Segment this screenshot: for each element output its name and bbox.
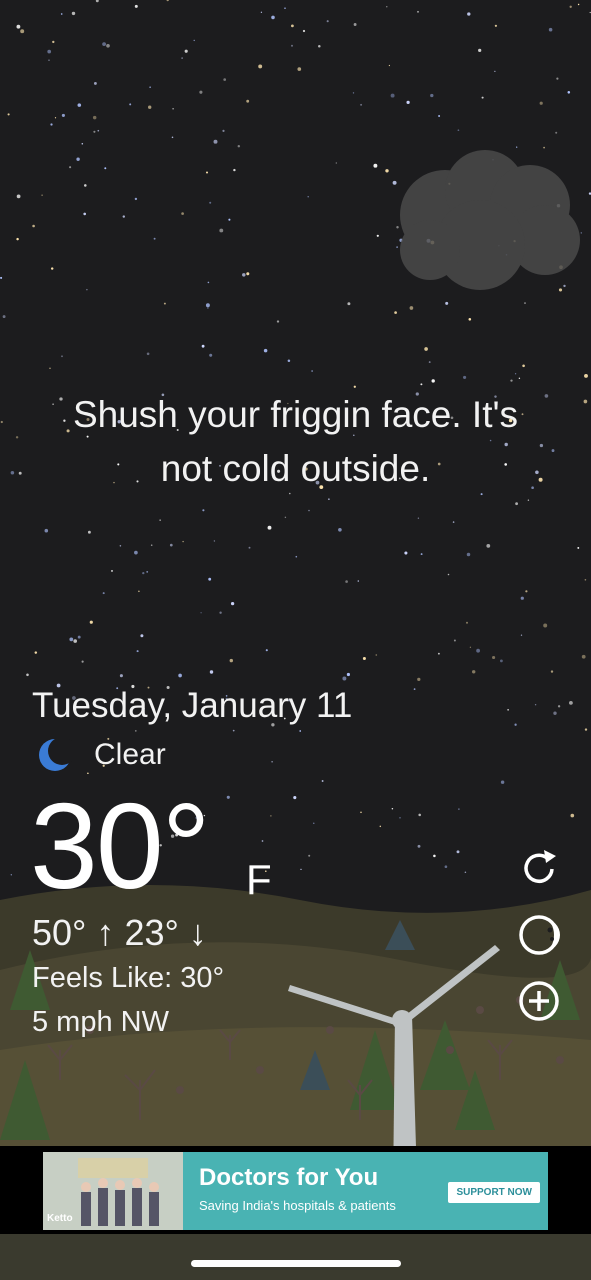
- wind-label: 5 mph NW: [32, 1006, 169, 1038]
- date-label: Tuesday, January 11: [32, 686, 353, 725]
- feels-like-label: Feels Like: 30°: [32, 962, 225, 994]
- plus-circle-icon[interactable]: [516, 978, 562, 1024]
- current-temperature: 30°: [30, 778, 210, 914]
- home-indicator[interactable]: [191, 1260, 401, 1267]
- ad-banner[interactable]: Ketto Doctors for You Saving India's hos…: [43, 1152, 548, 1230]
- refresh-icon[interactable]: [516, 846, 562, 892]
- condition-label: Clear: [94, 738, 166, 771]
- ad-photo: Ketto: [43, 1152, 183, 1230]
- condition-row: Clear: [38, 735, 166, 775]
- support-now-button[interactable]: SUPPORT NOW: [448, 1182, 540, 1203]
- bottom-strip: [0, 1234, 591, 1280]
- temperature-unit[interactable]: F: [246, 856, 272, 904]
- moon-icon: [39, 738, 72, 771]
- moon-phase-icon[interactable]: [516, 912, 562, 958]
- ad-brand: Ketto: [47, 1213, 73, 1224]
- high-low-temperature: 50° ↑ 23° ↓: [32, 912, 207, 953]
- message-line-1: Shush your friggin face. It's: [72, 394, 519, 435]
- weather-message: Shush your friggin face. It's not cold o…: [20, 388, 571, 496]
- message-line-2: not cold outside.: [160, 448, 431, 489]
- cloud-graphic: [400, 150, 580, 290]
